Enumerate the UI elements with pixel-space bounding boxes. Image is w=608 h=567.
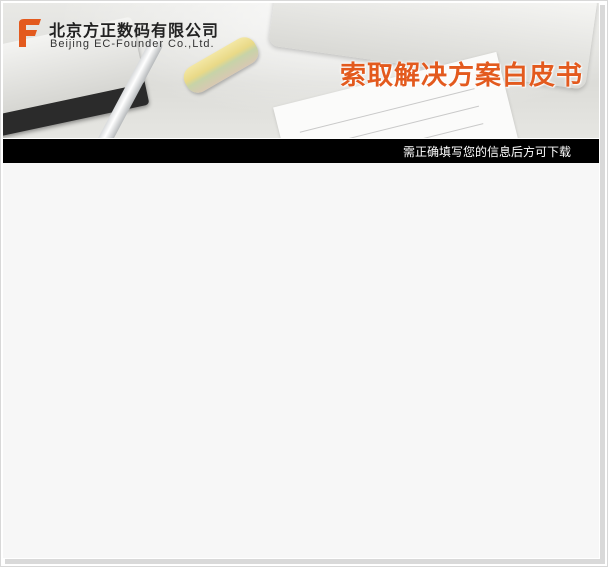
page-title: 索取解决方案白皮书 — [339, 61, 583, 91]
company-logo: 北京方正数码有限公司 Beijing EC-Founder Co.,Ltd. — [15, 17, 245, 57]
header-banner: 北京方正数码有限公司 Beijing EC-Founder Co.,Ltd. 索… — [3, 3, 599, 138]
company-name-en: Beijing EC-Founder Co.,Ltd. — [50, 38, 215, 50]
frame-shadow-right — [600, 5, 605, 561]
paper-line — [299, 88, 475, 133]
notice-text: 需正确填写您的信息后方可下载 — [402, 145, 571, 159]
founder-logo-icon — [19, 19, 41, 47]
frame-shadow-bottom — [5, 559, 605, 564]
paper-line — [304, 105, 480, 138]
form-content-area — [3, 163, 599, 558]
notice-bar: 需正确填写您的信息后方可下载 — [3, 139, 599, 163]
